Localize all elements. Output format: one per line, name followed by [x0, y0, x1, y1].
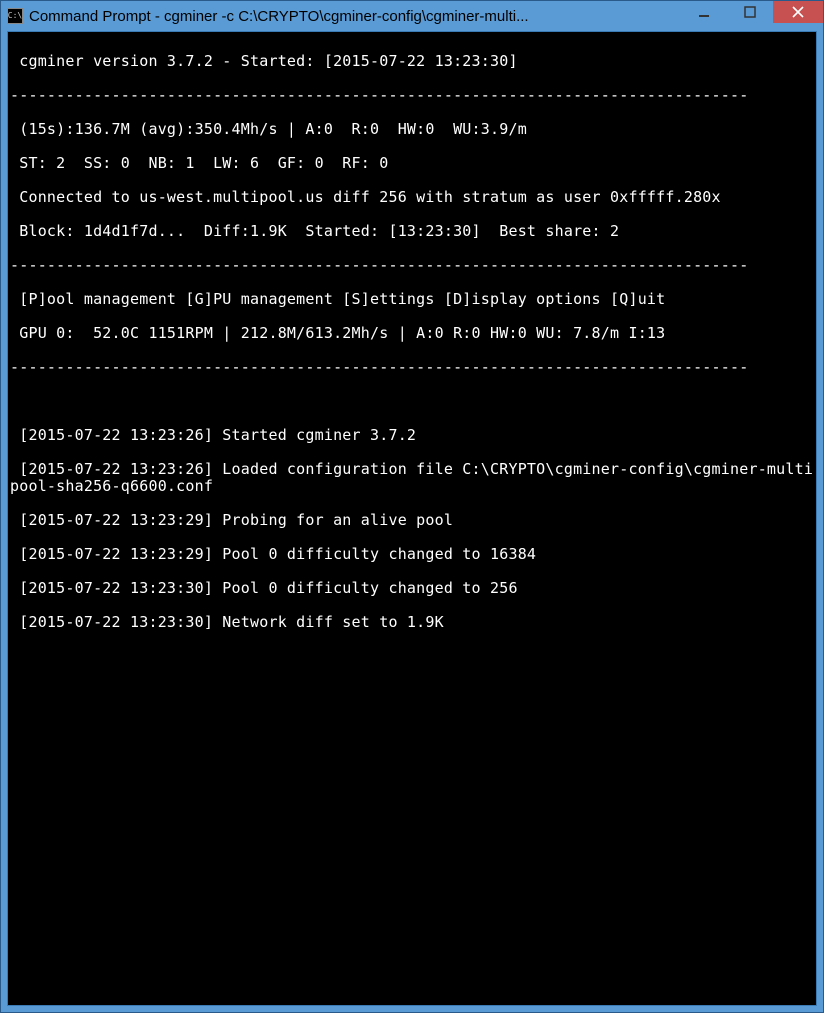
- maximize-button[interactable]: [727, 1, 773, 23]
- menu-line: [P]ool management [G]PU management [S]et…: [10, 291, 814, 308]
- maximize-icon: [744, 6, 756, 18]
- terminal-client-area[interactable]: cgminer version 3.7.2 - Started: [2015-0…: [7, 31, 817, 1006]
- stats-line-1: (15s):136.7M (avg):350.4Mh/s | A:0 R:0 H…: [10, 121, 814, 138]
- log-line: [2015-07-22 13:23:29] Pool 0 difficulty …: [10, 546, 814, 563]
- log-line: [2015-07-22 13:23:30] Pool 0 difficulty …: [10, 580, 814, 597]
- block-line: Block: 1d4d1f7d... Diff:1.9K Started: [1…: [10, 223, 814, 240]
- window-title: Command Prompt - cgminer -c C:\CRYPTO\cg…: [29, 8, 681, 25]
- close-icon: [792, 6, 804, 18]
- divider: ----------------------------------------…: [10, 257, 814, 274]
- connected-line: Connected to us-west.multipool.us diff 2…: [10, 189, 814, 206]
- titlebar[interactable]: C:\ Command Prompt - cgminer -c C:\CRYPT…: [1, 1, 823, 31]
- minimize-icon: [698, 6, 710, 18]
- close-button[interactable]: [773, 1, 823, 23]
- gpu-line: GPU 0: 52.0C 1151RPM | 212.8M/613.2Mh/s …: [10, 325, 814, 342]
- divider: ----------------------------------------…: [10, 359, 814, 376]
- log-line: [2015-07-22 13:23:26] Started cgminer 3.…: [10, 427, 814, 444]
- divider: ----------------------------------------…: [10, 87, 814, 104]
- command-prompt-window: C:\ Command Prompt - cgminer -c C:\CRYPT…: [0, 0, 824, 1013]
- log-line: [2015-07-22 13:23:29] Probing for an ali…: [10, 512, 814, 529]
- blank-line: [10, 393, 814, 410]
- stats-line-2: ST: 2 SS: 0 NB: 1 LW: 6 GF: 0 RF: 0: [10, 155, 814, 172]
- cmd-icon: C:\: [7, 8, 23, 24]
- log-line: [2015-07-22 13:23:26] Loaded configurati…: [10, 461, 814, 495]
- terminal-output: cgminer version 3.7.2 - Started: [2015-0…: [10, 36, 814, 665]
- version-line: cgminer version 3.7.2 - Started: [2015-0…: [10, 53, 814, 70]
- log-line: [2015-07-22 13:23:30] Network diff set t…: [10, 614, 814, 631]
- minimize-button[interactable]: [681, 1, 727, 23]
- window-controls: [681, 1, 823, 31]
